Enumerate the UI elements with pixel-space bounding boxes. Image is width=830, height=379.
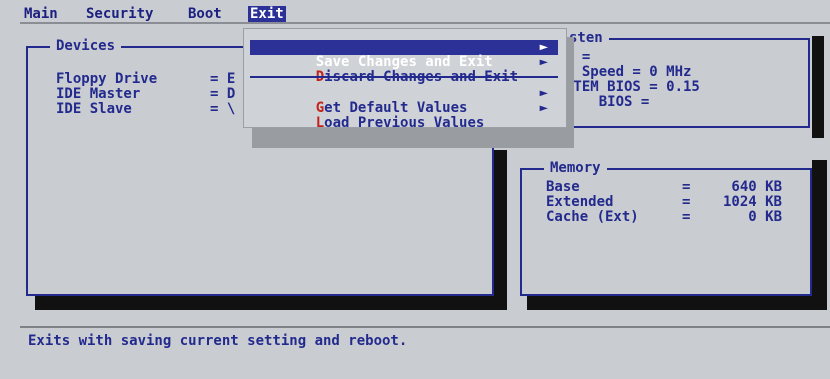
- floppy-drive-value[interactable]: = E: [210, 72, 235, 87]
- memory-base-value: 640 KB: [731, 179, 782, 195]
- memory-base-eq: =: [682, 179, 691, 195]
- load-previous-hotkey: L: [315, 115, 325, 131]
- memory-extended-eq: =: [682, 194, 691, 210]
- status-help-text: Exits with saving current setting and re…: [28, 333, 408, 349]
- submenu-arrow-icon: ►: [539, 85, 548, 101]
- ide-master-label: IDE Master: [56, 86, 141, 102]
- devices-panel-shadow: [35, 296, 507, 310]
- get-default-values-item[interactable]: Get Default Values ►: [250, 85, 558, 116]
- load-previous-label: oad Previous Values: [324, 115, 485, 131]
- submenu-arrow-icon: ►: [539, 54, 548, 70]
- memory-panel-shadow: [527, 294, 827, 310]
- menu-bar-divider: [20, 22, 830, 24]
- memory-cache-eq: =: [682, 209, 691, 225]
- menu-exit[interactable]: Exit: [248, 6, 286, 22]
- devices-panel-title: Devices: [50, 38, 122, 54]
- menu-bar: Main Security Boot Exit: [20, 6, 830, 22]
- system-row-bios-version: STEM BIOS = 0.15: [565, 79, 700, 95]
- menu-security[interactable]: Security: [86, 6, 153, 22]
- exit-menu: Save Changes and Exit ► Discard Changes …: [243, 28, 567, 131]
- memory-base-label: Base: [546, 179, 580, 195]
- devices-panel-shadow-right: [494, 150, 507, 310]
- memory-extended-label: Extended: [546, 194, 614, 210]
- system-row-speed: U Speed = 0 MHz: [565, 64, 692, 80]
- status-bar: Exits with saving current setting and re…: [20, 326, 830, 378]
- system-panel-shadow: [812, 36, 824, 138]
- memory-cache-label: Cache (Ext): [546, 209, 639, 225]
- ide-master-value[interactable]: = D: [210, 87, 235, 102]
- floppy-drive-label: Floppy Drive: [56, 71, 158, 87]
- memory-cache-value: 0 KB: [748, 209, 782, 225]
- memory-panel-title: Memory: [544, 160, 607, 176]
- menu-boot[interactable]: Boot: [188, 6, 222, 22]
- discard-changes-and-exit-item[interactable]: Discard Changes and Exit ►: [250, 54, 558, 85]
- system-panel: sten U = U Speed = 0 MHz STEM BIOS = 0.1…: [555, 30, 810, 128]
- ide-slave-value[interactable]: = \: [210, 102, 235, 117]
- submenu-arrow-icon: ►: [539, 100, 548, 116]
- menu-separator: [250, 76, 558, 78]
- ide-slave-label: IDE Slave: [56, 101, 132, 117]
- save-changes-and-exit-item[interactable]: Save Changes and Exit ►: [250, 39, 558, 70]
- system-row-bios: BIOS =: [565, 94, 650, 110]
- submenu-arrow-icon: ►: [539, 39, 548, 55]
- memory-panel: Memory Base = 640 KB Extended = 1024 KB …: [520, 160, 812, 296]
- load-previous-values-item[interactable]: Load Previous Values ►: [250, 100, 558, 131]
- memory-extended-value: 1024 KB: [722, 194, 782, 210]
- memory-panel-shadow-right: [812, 160, 827, 310]
- menu-main[interactable]: Main: [24, 6, 58, 22]
